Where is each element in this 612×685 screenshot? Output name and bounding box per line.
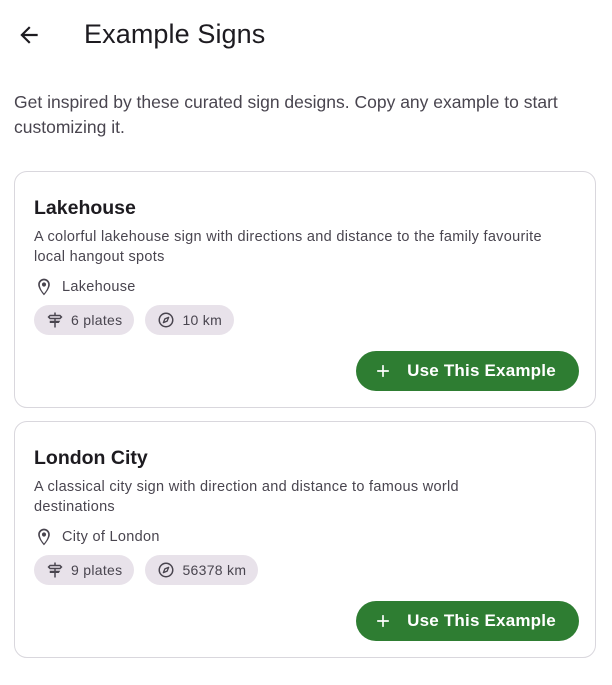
location-label: Lakehouse [62,279,136,295]
compass-icon [157,311,175,329]
arrow-back-icon [16,22,42,48]
distance-value: 56378 km [182,562,247,578]
card-title: Lakehouse [34,197,136,219]
example-card-lakehouse: Lakehouse A colorful lakehouse sign with… [14,171,596,408]
compass-icon [157,561,175,579]
plates-count: 6 plates [71,312,123,328]
page-title: Example Signs [84,19,266,49]
use-example-button[interactable]: Use This Example [356,601,579,641]
plates-count: 9 plates [71,562,123,578]
use-example-button[interactable]: Use This Example [356,351,579,391]
card-description: A colorful lakehouse sign with direction… [34,229,542,265]
card-description: A classical city sign with direction and… [34,479,459,515]
chips-row: 9 plates 56378 km [34,555,259,585]
distance-chip: 10 km [145,305,235,335]
location-row: City of London [34,526,160,548]
plates-chip: 9 plates [34,555,135,585]
signpost-icon [46,311,64,329]
plus-icon [373,611,393,631]
location-row: Lakehouse [34,276,136,298]
distance-chip: 56378 km [145,555,259,585]
card-title: London City [34,447,148,469]
location-pin-icon [34,527,54,547]
plus-icon [373,361,393,381]
chips-row: 6 plates 10 km [34,305,235,335]
example-card-london-city: London City A classical city sign with d… [14,421,596,658]
location-label: City of London [62,529,160,545]
intro-text: Get inspired by these curated sign desig… [14,92,558,137]
signpost-icon [46,561,64,579]
back-button[interactable] [8,14,50,56]
use-example-label: Use This Example [407,611,556,630]
location-pin-icon [34,277,54,297]
plates-chip: 6 plates [34,305,135,335]
distance-value: 10 km [182,312,223,328]
app-bar: Example Signs [0,0,612,72]
use-example-label: Use This Example [407,361,556,380]
